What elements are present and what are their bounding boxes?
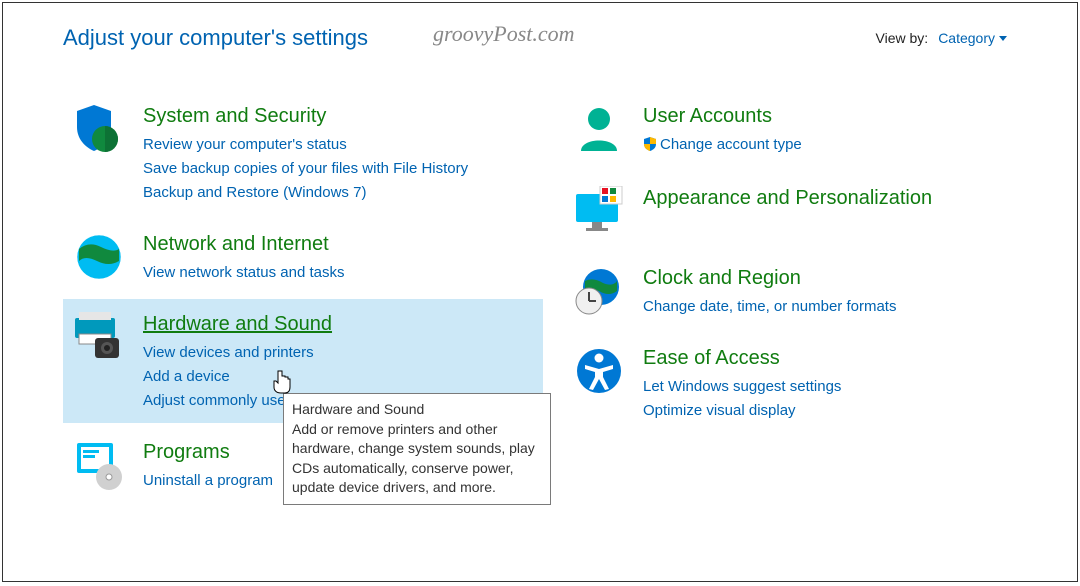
link-devices-printers[interactable]: View devices and printers: [143, 341, 535, 365]
link-date-time-formats[interactable]: Change date, time, or number formats: [643, 295, 1035, 319]
category-ease-of-access: Ease of Access Let Windows suggest setti…: [563, 333, 1043, 433]
clock-globe-icon: [571, 263, 627, 319]
right-column: User Accounts Change account type: [563, 91, 1043, 507]
category-title-clock-region[interactable]: Clock and Region: [643, 265, 801, 291]
tooltip-hardware-sound: Hardware and Sound Add or remove printer…: [283, 393, 551, 505]
link-review-status[interactable]: Review your computer's status: [143, 133, 535, 157]
globe-network-icon: [71, 229, 127, 285]
link-file-history[interactable]: Save backup copies of your files with Fi…: [143, 157, 535, 181]
programs-disc-icon: [71, 437, 127, 493]
accessibility-icon: [571, 343, 627, 399]
control-panel-window: Adjust your computer's settings View by:…: [2, 2, 1078, 582]
printer-hardware-icon: [71, 309, 127, 365]
viewby-label: View by:: [876, 30, 929, 46]
category-user-accounts: User Accounts Change account type: [563, 91, 1043, 169]
category-title-network[interactable]: Network and Internet: [143, 231, 329, 257]
category-network-and-internet: Network and Internet View network status…: [63, 219, 543, 295]
link-suggest-settings[interactable]: Let Windows suggest settings: [643, 375, 1035, 399]
tooltip-body: Add or remove printers and other hardwar…: [292, 421, 535, 496]
user-accounts-icon: [571, 101, 627, 157]
shield-security-icon: [71, 101, 127, 157]
category-title-appearance[interactable]: Appearance and Personalization: [643, 185, 932, 211]
category-system-and-security: System and Security Review your computer…: [63, 91, 543, 215]
category-clock-region: Clock and Region Change date, time, or n…: [563, 253, 1043, 329]
category-title-programs[interactable]: Programs: [143, 439, 230, 465]
category-title-ease-of-access[interactable]: Ease of Access: [643, 345, 780, 371]
link-add-device[interactable]: Add a device: [143, 365, 535, 389]
chevron-down-icon: [999, 36, 1007, 41]
link-change-account-type[interactable]: Change account type: [643, 133, 1035, 159]
tooltip-title: Hardware and Sound: [292, 400, 542, 420]
viewby-value-text: Category: [938, 30, 995, 46]
categories-container: System and Security Review your computer…: [63, 91, 1047, 507]
view-by-control: View by: Category: [876, 30, 1007, 46]
monitor-appearance-icon: [571, 183, 627, 239]
viewby-dropdown[interactable]: Category: [938, 30, 1007, 46]
uac-shield-icon: [643, 135, 657, 159]
page-title: Adjust your computer's settings: [63, 25, 368, 51]
category-title-user-accounts[interactable]: User Accounts: [643, 103, 772, 129]
category-appearance: Appearance and Personalization: [563, 173, 1043, 249]
link-optimize-display[interactable]: Optimize visual display: [643, 399, 1035, 423]
category-title-system-security[interactable]: System and Security: [143, 103, 326, 129]
link-pointer-cursor-icon: [271, 369, 293, 399]
category-title-hardware[interactable]: Hardware and Sound: [143, 311, 332, 337]
link-backup-restore[interactable]: Backup and Restore (Windows 7): [143, 181, 535, 205]
link-network-status[interactable]: View network status and tasks: [143, 261, 535, 285]
watermark-text: groovyPost.com: [433, 21, 575, 47]
